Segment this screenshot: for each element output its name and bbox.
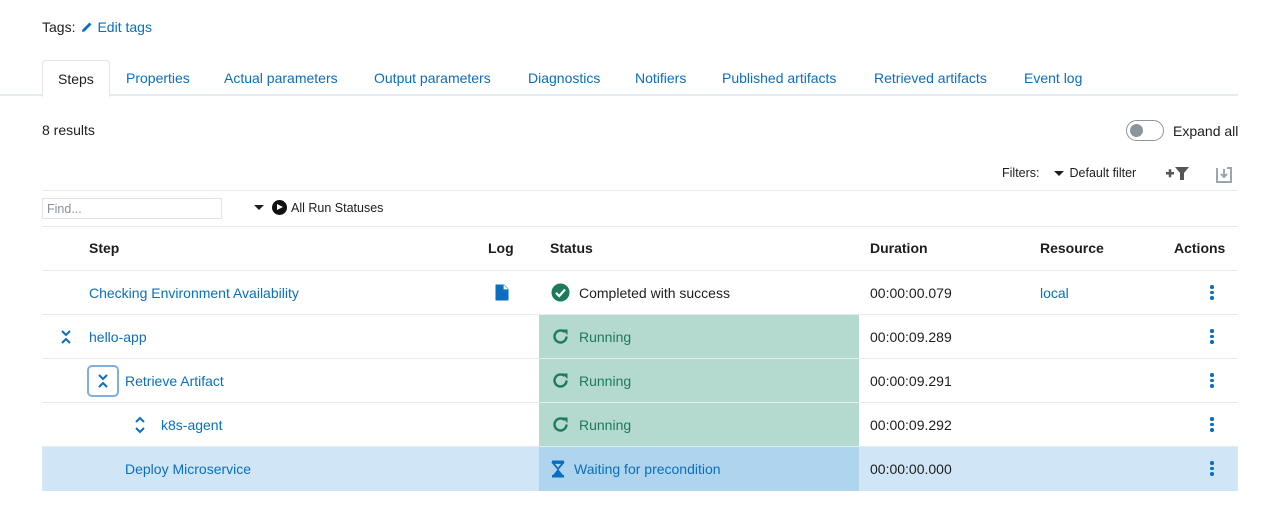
expand-all-toggle[interactable]: Expand all [1126,120,1238,141]
run-status-filter[interactable]: All Run Statuses [254,200,383,215]
collapse-chevrons-icon [61,329,71,344]
status-text: Running [579,372,632,389]
table-row[interactable]: k8s-agent Running 00:00:09.292 [42,403,1238,447]
collapse-button[interactable] [60,329,72,345]
column-header-duration: Duration [870,240,928,256]
divider [42,190,1238,191]
step-link[interactable]: hello-app [89,329,147,345]
find-input[interactable] [42,198,222,219]
caret-down-icon [254,205,264,210]
kebab-icon [1210,373,1214,388]
toggle-switch[interactable] [1126,120,1164,141]
column-header-actions: Actions [1174,240,1226,256]
tab-notifiers[interactable]: Notifiers [620,60,701,96]
table-row[interactable]: Retrieve Artifact Running 00:00:09.291 [42,359,1238,403]
tags-label: Tags: [42,19,76,35]
edit-tags-label: Edit tags [97,19,152,35]
column-header-step: Step [89,240,120,256]
status-text: Running [579,328,632,345]
download-icon [1216,167,1232,183]
refresh-icon [553,373,568,388]
edit-tags-link[interactable]: Edit tags [81,19,152,35]
filter-selected: Default filter [1069,166,1137,180]
tab-bar: Steps Properties Actual parameters Outpu… [0,60,1238,98]
column-header-resource: Resource [1040,240,1104,256]
run-status-label: All Run Statuses [291,200,384,215]
check-circle-icon [551,283,570,302]
actions-menu-button[interactable] [1204,403,1220,446]
add-filter-icon [1166,167,1189,180]
tab-retrieved-artifacts[interactable]: Retrieved artifacts [859,60,1002,96]
play-circle-icon [272,200,287,215]
tags-row: Tags: Edit tags [42,19,152,35]
status-cell: Running [539,359,859,402]
tab-actual-parameters[interactable]: Actual parameters [209,60,353,96]
status-cell: Running [539,315,859,358]
hourglass-icon [551,460,565,478]
filters-bar: Filters: Default filter [1002,166,1136,180]
kebab-icon [1210,285,1214,300]
expand-chevrons-icon [135,416,145,433]
actions-menu-button[interactable] [1204,359,1220,402]
add-filter-button[interactable] [1165,165,1191,186]
duration: 00:00:00.079 [870,284,952,301]
tab-properties[interactable]: Properties [111,60,205,96]
step-link[interactable]: k8s-agent [161,417,222,433]
kebab-icon [1210,417,1214,432]
tab-steps[interactable]: Steps [42,60,110,98]
actions-menu-button[interactable] [1204,315,1220,358]
status-text: Waiting for precondition [574,461,721,477]
results-count: 8 results [42,122,95,138]
column-header-log: Log [488,240,514,256]
toggle-knob [1130,124,1143,137]
status-text: Completed with success [579,284,730,301]
collapse-chevrons-icon [98,373,108,388]
collapse-button[interactable] [87,364,119,397]
column-header-status: Status [550,240,593,256]
expand-all-label: Expand all [1173,122,1239,139]
filter-dropdown[interactable]: Default filter [1053,166,1137,180]
resource-link[interactable]: local [1040,285,1069,301]
status-cell: Completed with success [539,271,859,314]
status-cell: Running [539,403,859,446]
duration: 00:00:09.289 [870,328,952,345]
refresh-icon [553,417,568,432]
kebab-icon [1210,329,1214,344]
duration: 00:00:09.291 [870,372,952,389]
table-row[interactable]: hello-app Running 00:00:09.289 [42,315,1238,359]
log-button[interactable] [494,271,510,314]
duration: 00:00:00.000 [870,460,952,477]
divider [42,226,1238,227]
table-row-selected[interactable]: Deploy Microservice Waiting for precondi… [42,447,1238,491]
status-cell: Waiting for precondition [539,447,859,491]
step-link[interactable]: Deploy Microservice [125,461,251,477]
actions-menu-button[interactable] [1204,271,1220,314]
actions-menu-button[interactable] [1204,447,1220,490]
caret-down-icon [1053,170,1064,176]
status-text: Running [579,416,632,433]
expand-button[interactable] [134,416,146,434]
kebab-icon [1210,461,1214,476]
step-link[interactable]: Checking Environment Availability [89,285,299,301]
tab-published-artifacts[interactable]: Published artifacts [707,60,851,96]
document-icon [495,284,509,301]
tab-event-log[interactable]: Event log [1009,60,1097,96]
duration: 00:00:09.292 [870,416,952,433]
pencil-icon [82,22,92,32]
filters-label: Filters: [1002,166,1040,180]
step-link[interactable]: Retrieve Artifact [125,373,224,389]
refresh-icon [553,329,568,344]
table-row[interactable]: Checking Environment Availability Comple… [42,271,1238,315]
export-button[interactable] [1215,166,1233,187]
tab-output-parameters[interactable]: Output parameters [359,60,506,96]
tab-diagnostics[interactable]: Diagnostics [513,60,615,96]
